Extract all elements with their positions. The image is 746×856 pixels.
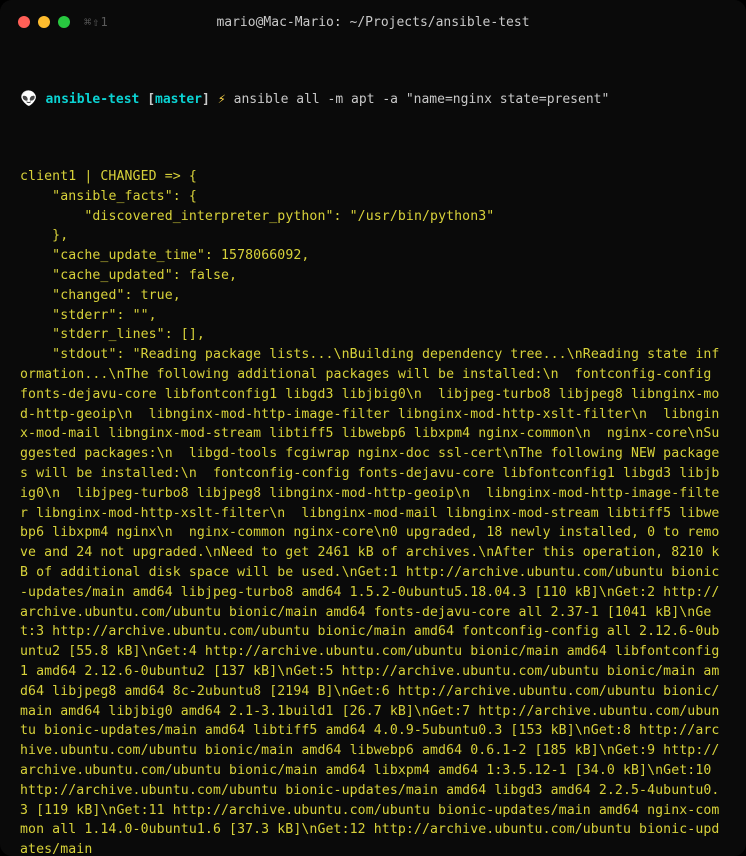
branch-bracket-close: ] bbox=[202, 92, 210, 107]
command-output: client1 | CHANGED => { "ansible_facts": … bbox=[20, 167, 726, 856]
terminal-window: ⌘⇧1 mario@Mac-Mario: ~/Projects/ansible-… bbox=[0, 0, 746, 856]
window-title: mario@Mac-Mario: ~/Projects/ansible-test bbox=[0, 15, 746, 30]
cwd-label: ansible-test bbox=[45, 92, 139, 107]
shortcut-label: ⌘⇧1 bbox=[84, 15, 109, 29]
alien-icon: 👽 bbox=[20, 89, 37, 110]
zoom-icon[interactable] bbox=[58, 16, 70, 28]
bolt-icon: ⚡ bbox=[218, 90, 226, 110]
minimize-icon[interactable] bbox=[38, 16, 50, 28]
git-branch-label: master bbox=[155, 92, 202, 107]
prompt-line: 👽 ansible-test [master] ⚡ ansible all -m… bbox=[20, 89, 726, 110]
command-text: ansible all -m apt -a "name=nginx state=… bbox=[234, 90, 610, 110]
terminal-content[interactable]: 👽 ansible-test [master] ⚡ ansible all -m… bbox=[0, 44, 746, 856]
traffic-lights bbox=[18, 16, 70, 28]
branch-bracket-open: [ bbox=[147, 92, 155, 107]
close-icon[interactable] bbox=[18, 16, 30, 28]
titlebar: ⌘⇧1 mario@Mac-Mario: ~/Projects/ansible-… bbox=[0, 0, 746, 44]
